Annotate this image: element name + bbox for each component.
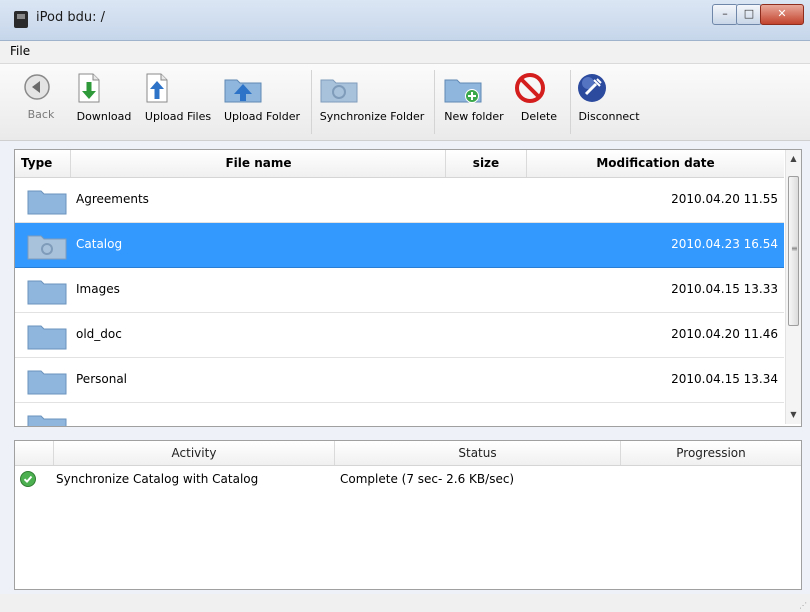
- title-bar[interactable]: iPod bdu: / – □ ✕: [0, 0, 810, 41]
- file-date: 2010.04.15 13.33: [671, 282, 778, 296]
- sync-folder-icon: [318, 72, 426, 104]
- column-size[interactable]: size: [446, 150, 527, 177]
- upload-folder-icon: [222, 72, 302, 104]
- back-arrow-icon: [22, 72, 60, 102]
- file-list-header: Type File name size Modification date: [15, 150, 784, 178]
- menu-file[interactable]: File: [10, 44, 30, 58]
- new-folder-icon: [442, 72, 506, 104]
- sync-folder-icon: [27, 232, 67, 260]
- upload-file-icon: [142, 72, 214, 104]
- close-button[interactable]: ✕: [760, 4, 804, 25]
- download-icon: [74, 72, 134, 104]
- activity-text: Synchronize Catalog with Catalog: [56, 472, 259, 486]
- disconnect-plug-icon: [576, 72, 642, 104]
- new-folder-label: New folder: [444, 110, 504, 123]
- column-modification-date[interactable]: Modification date: [527, 150, 784, 177]
- window-title: iPod bdu: /: [36, 10, 105, 25]
- upload-folder-label: Upload Folder: [223, 110, 301, 123]
- toolbar-separator: [434, 70, 435, 134]
- resize-grip-icon[interactable]: ⋰: [799, 601, 807, 610]
- scroll-up-arrow-icon[interactable]: ▲: [786, 150, 801, 168]
- activity-header: Activity Status Progression: [15, 441, 801, 466]
- file-date: 2010.04.20 11.55: [671, 192, 778, 206]
- vertical-scrollbar[interactable]: ▲ ≡ ▼: [785, 150, 801, 424]
- toolbar-separator: [311, 70, 312, 134]
- column-activity[interactable]: Activity: [54, 441, 335, 465]
- table-row-partial[interactable]: [15, 403, 784, 426]
- file-list: Type File name size Modification date Ag…: [14, 149, 802, 427]
- disconnect-label: Disconnect: [578, 110, 640, 123]
- table-row[interactable]: Catalog 2010.04.23 16.54: [15, 223, 784, 268]
- table-row[interactable]: Personal 2010.04.15 13.34: [15, 358, 784, 403]
- activity-row[interactable]: Synchronize Catalog with Catalog Complet…: [15, 467, 801, 491]
- folder-icon: [27, 277, 67, 305]
- toolbar-separator: [570, 70, 571, 134]
- table-row[interactable]: Images 2010.04.15 13.33: [15, 268, 784, 313]
- column-progression[interactable]: Progression: [621, 441, 801, 465]
- delete-icon: [514, 72, 564, 104]
- maximize-button[interactable]: □: [736, 4, 762, 25]
- scroll-thumb[interactable]: ≡: [788, 176, 799, 326]
- upload-folder-button[interactable]: Upload Folder: [222, 72, 302, 123]
- file-date: 2010.04.15 13.34: [671, 372, 778, 386]
- activity-status: Complete (7 sec- 2.6 KB/sec): [340, 472, 515, 486]
- column-type[interactable]: Type: [15, 150, 71, 177]
- activity-panel: Activity Status Progression Synchronize …: [14, 440, 802, 590]
- table-row[interactable]: Agreements 2010.04.20 11.55: [15, 178, 784, 223]
- menu-bar: File: [0, 41, 810, 64]
- app-window: iPod bdu: / – □ ✕ File Back Download Upl…: [0, 0, 810, 612]
- column-icon[interactable]: [15, 441, 54, 465]
- file-date: 2010.04.20 11.46: [671, 327, 778, 341]
- check-icon: [20, 471, 36, 487]
- new-folder-button[interactable]: New folder: [442, 72, 506, 123]
- folder-icon: [27, 367, 67, 395]
- file-name: Images: [76, 282, 120, 296]
- download-button[interactable]: Download: [74, 72, 134, 123]
- minimize-button[interactable]: –: [712, 4, 738, 25]
- file-name: Personal: [76, 372, 128, 386]
- status-bar: ⋰: [0, 594, 810, 612]
- folder-icon: [27, 412, 67, 426]
- file-name: old_doc: [76, 327, 122, 341]
- synchronize-folder-label: Synchronize Folder: [319, 110, 425, 123]
- grip-icon: ≡: [791, 244, 798, 253]
- upload-files-label: Upload Files: [144, 110, 212, 123]
- synchronize-folder-button[interactable]: Synchronize Folder: [318, 72, 426, 123]
- delete-button[interactable]: Delete: [514, 72, 564, 123]
- ipod-icon: [14, 11, 28, 28]
- column-file-name[interactable]: File name: [72, 150, 446, 177]
- file-name: Agreements: [76, 192, 149, 206]
- folder-icon: [27, 187, 67, 215]
- toolbar: Back Download Upload Files Upload Folder: [0, 64, 810, 141]
- file-name: Catalog: [76, 237, 123, 251]
- upload-files-button[interactable]: Upload Files: [142, 72, 214, 123]
- table-row[interactable]: old_doc 2010.04.20 11.46: [15, 313, 784, 358]
- folder-icon: [27, 322, 67, 350]
- back-label: Back: [27, 108, 55, 121]
- file-date: 2010.04.23 16.54: [671, 237, 778, 251]
- back-button[interactable]: Back: [22, 72, 60, 121]
- disconnect-button[interactable]: Disconnect: [576, 72, 642, 123]
- delete-label: Delete: [520, 110, 558, 123]
- download-label: Download: [76, 110, 132, 123]
- column-status[interactable]: Status: [335, 441, 621, 465]
- scroll-down-arrow-icon[interactable]: ▼: [786, 406, 801, 424]
